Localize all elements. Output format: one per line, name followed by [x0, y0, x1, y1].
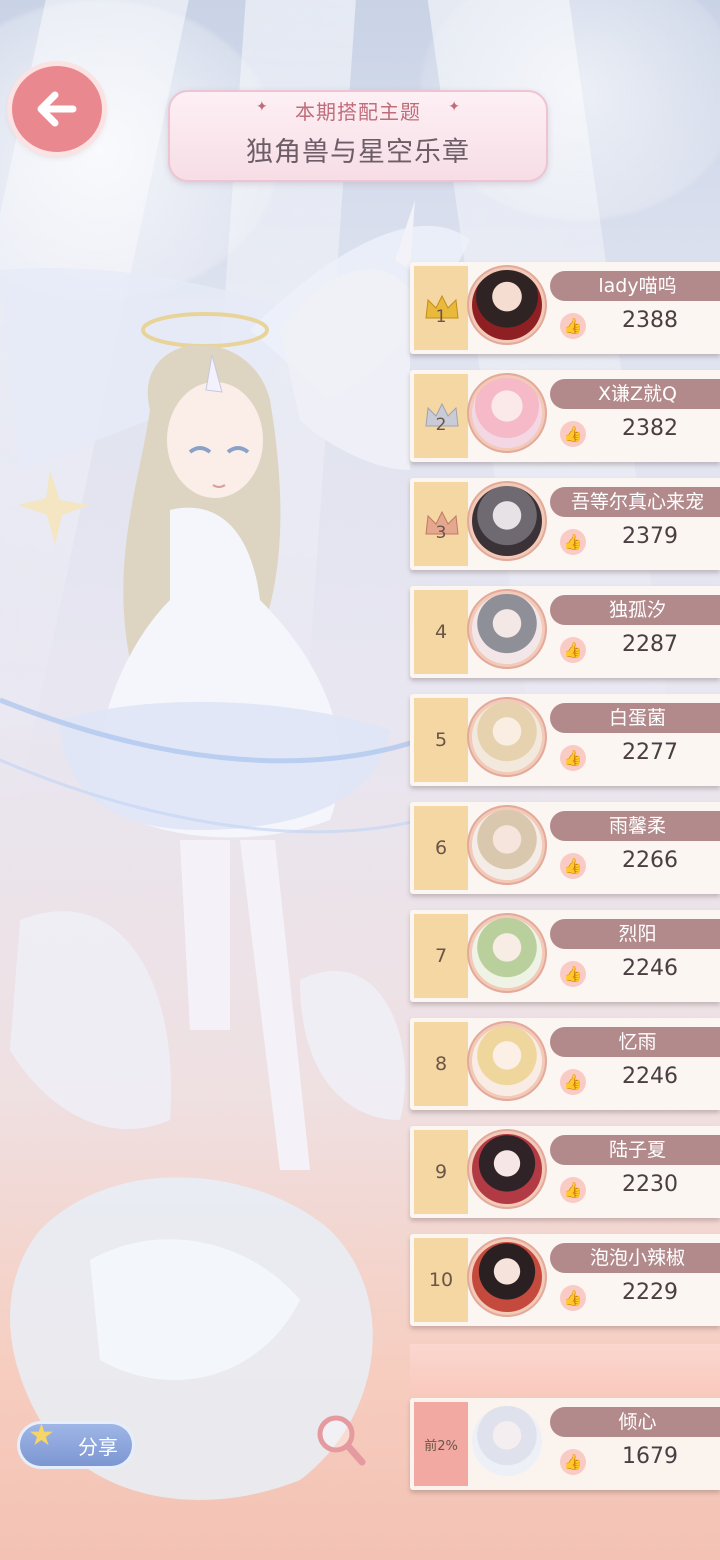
thumbs-up-icon: 👍: [560, 1177, 586, 1203]
thumbs-up-icon: 👍: [560, 637, 586, 663]
arrow-left-icon: [37, 91, 77, 127]
player-score: 2388: [622, 308, 678, 333]
my-score: 1679: [622, 1444, 678, 1469]
player-avatar[interactable]: [472, 1134, 542, 1204]
rank-cell: 8: [414, 1022, 468, 1106]
player-name: 白蛋菌: [550, 703, 720, 733]
my-rank-cell: 前2%: [414, 1402, 468, 1486]
rank-number: 3: [435, 523, 447, 543]
rank-cell: 6: [414, 806, 468, 890]
player-score: 2266: [622, 848, 678, 873]
player-score: 2287: [622, 632, 678, 657]
star-hand-icon: ★: [28, 1418, 55, 1453]
ranking-row[interactable]: 9 陆子夏 👍 2230: [410, 1126, 720, 1218]
thumbs-up-icon: 👍: [560, 745, 586, 771]
list-divider: [410, 1344, 720, 1396]
player-avatar[interactable]: [472, 918, 542, 988]
player-name: lady喵呜: [550, 271, 720, 301]
player-name: X谦Z就Q: [550, 379, 720, 409]
share-button[interactable]: ★ 分享: [20, 1418, 132, 1466]
player-avatar[interactable]: [472, 1026, 542, 1096]
thumbs-up-icon: 👍: [560, 853, 586, 879]
player-avatar[interactable]: [472, 810, 542, 880]
player-avatar[interactable]: [472, 594, 542, 664]
player-name: 雨馨柔: [550, 811, 720, 841]
rank-cell: 7: [414, 914, 468, 998]
player-avatar[interactable]: [472, 486, 542, 556]
rank-cell: 2: [414, 374, 468, 458]
player-name: 独孤汐: [550, 595, 720, 625]
ranking-row[interactable]: 6 雨馨柔 👍 2266: [410, 802, 720, 894]
ranking-row[interactable]: 3 吾等尔真心来宠 👍 2379: [410, 478, 720, 570]
player-name: 忆雨: [550, 1027, 720, 1057]
theme-title: 独角兽与星空乐章: [246, 137, 470, 168]
thumbs-up-icon: 👍: [560, 1285, 586, 1311]
share-label: 分享: [78, 1434, 118, 1459]
ranking-row[interactable]: 5 白蛋菌 👍 2277: [410, 694, 720, 786]
rank-cell: 10: [414, 1238, 468, 1322]
thumbs-up-icon: 👍: [560, 961, 586, 987]
player-name: 陆子夏: [550, 1135, 720, 1165]
player-avatar[interactable]: [472, 270, 542, 340]
thumbs-up-icon: 👍: [560, 1449, 586, 1475]
player-score: 2230: [622, 1172, 678, 1197]
player-name: 烈阳: [550, 919, 720, 949]
rank-number: 2: [435, 415, 447, 435]
player-name: 吾等尔真心来宠: [550, 487, 720, 517]
ranking-row[interactable]: 1 lady喵呜 👍 2388: [410, 262, 720, 354]
rank-number: 1: [435, 307, 447, 327]
thumbs-up-icon: 👍: [560, 529, 586, 555]
ranking-row[interactable]: 8 忆雨 👍 2246: [410, 1018, 720, 1110]
ranking-row[interactable]: 7 烈阳 👍 2246: [410, 910, 720, 1002]
my-ranking-row[interactable]: 前2% 倾心 👍 1679: [410, 1398, 720, 1490]
theme-subtitle: 本期搭配主题: [295, 100, 421, 124]
player-name: 泡泡小辣椒: [550, 1243, 720, 1273]
my-name: 倾心: [550, 1407, 720, 1437]
theme-banner: ✦ ✦ 本期搭配主题 独角兽与星空乐章: [168, 90, 548, 182]
player-avatar[interactable]: [472, 702, 542, 772]
player-score: 2379: [622, 524, 678, 549]
rank-cell: 9: [414, 1130, 468, 1214]
rank-cell: 4: [414, 590, 468, 674]
player-score: 2277: [622, 740, 678, 765]
player-score: 2382: [622, 416, 678, 441]
ranking-row[interactable]: 10 泡泡小辣椒 👍 2229: [410, 1234, 720, 1326]
rank-cell: 3: [414, 482, 468, 566]
player-score: 2246: [622, 956, 678, 981]
my-avatar[interactable]: [472, 1406, 542, 1476]
ranking-row[interactable]: 4 独孤汐 👍 2287: [410, 586, 720, 678]
player-avatar[interactable]: [472, 1242, 542, 1312]
player-avatar[interactable]: [472, 378, 542, 448]
thumbs-up-icon: 👍: [560, 313, 586, 339]
thumbs-up-icon: 👍: [560, 1069, 586, 1095]
rank-cell: 1: [414, 266, 468, 350]
thumbs-up-icon: 👍: [560, 421, 586, 447]
player-score: 2246: [622, 1064, 678, 1089]
rank-cell: 5: [414, 698, 468, 782]
player-score: 2229: [622, 1280, 678, 1305]
ranking-row[interactable]: 2 X谦Z就Q 👍 2382: [410, 370, 720, 462]
magnifier-icon[interactable]: [314, 1412, 368, 1468]
back-button[interactable]: [12, 66, 102, 152]
